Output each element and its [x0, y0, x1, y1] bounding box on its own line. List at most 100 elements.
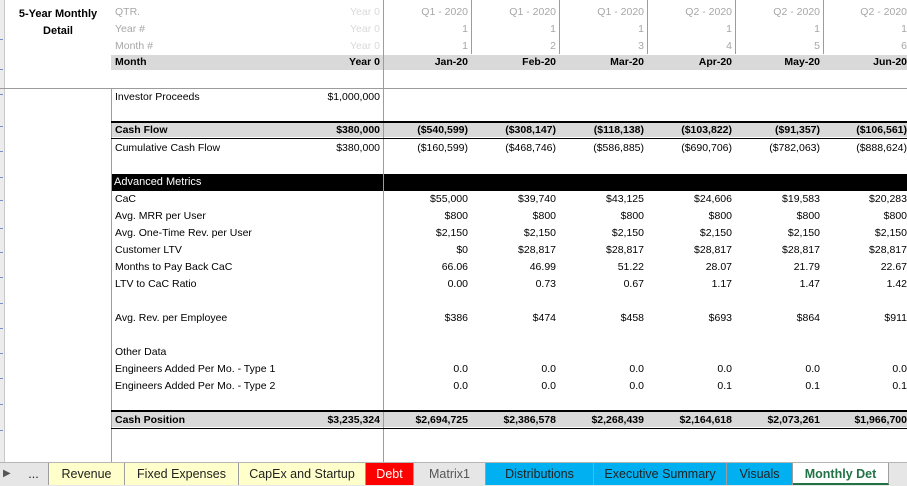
cell-eng1-col6[interactable]: 0.0	[736, 361, 820, 378]
cell-eng2-col6[interactable]: 0.1	[736, 378, 820, 395]
cell-eng2-col5[interactable]: 0.1	[648, 378, 732, 395]
cell-cash-flow-col1[interactable]: $380,000	[296, 122, 380, 139]
row-label-investor[interactable]: Investor Proceeds	[115, 89, 200, 106]
cell-payback-col7[interactable]: 22.67	[823, 259, 907, 276]
cell-cac-col3[interactable]: $39,740	[472, 191, 556, 208]
row-label-onetime[interactable]: Avg. One-Time Rev. per User	[115, 225, 252, 242]
cell-qtr-col7[interactable]: Q2 - 2020	[823, 4, 907, 21]
cell-qtr-col2[interactable]: Q1 - 2020	[384, 4, 468, 21]
cell-investor-col5[interactable]	[648, 89, 732, 106]
cell-investor-col7[interactable]	[823, 89, 907, 106]
cell-investor-col2[interactable]	[384, 89, 468, 106]
cell-eng1-col4[interactable]: 0.0	[560, 361, 644, 378]
row-label-rev-emp[interactable]: Avg. Rev. per Employee	[115, 310, 227, 327]
cell-eng1-col2[interactable]: 0.0	[384, 361, 468, 378]
cell-mrr-col5[interactable]: $800	[648, 208, 732, 225]
cell-qtr-col4[interactable]: Q1 - 2020	[560, 4, 644, 21]
cell-cash-flow-col6[interactable]: ($91,357)	[736, 122, 820, 139]
cell-mrr-col4[interactable]: $800	[560, 208, 644, 225]
sheet-tab-monthly-det[interactable]: Monthly Det	[793, 463, 889, 485]
cell-ltv-cac-col5[interactable]: 1.17	[648, 276, 732, 293]
cell-year-col2[interactable]: 1	[384, 21, 468, 38]
cell-ltv-cac-col2[interactable]: 0.00	[384, 276, 468, 293]
cell-eng1-col1[interactable]	[296, 361, 380, 378]
cell-investor-col1[interactable]: $1,000,000	[296, 89, 380, 106]
cell-payback-col5[interactable]: 28.07	[648, 259, 732, 276]
cell-investor-col4[interactable]	[560, 89, 644, 106]
cell-rev-emp-col2[interactable]: $386	[384, 310, 468, 327]
cell-cac-col2[interactable]: $55,000	[384, 191, 468, 208]
cell-cash-flow-col2[interactable]: ($540,599)	[384, 122, 468, 139]
cell-cash-pos-col6[interactable]: $2,073,261	[736, 412, 820, 429]
cell-rev-emp-col7[interactable]: $911	[823, 310, 907, 327]
cell-qtr-col3[interactable]: Q1 - 2020	[472, 4, 556, 21]
cell-month-num-col4[interactable]: 3	[560, 38, 644, 55]
cell-qtr-col1[interactable]: Year 0	[296, 4, 380, 21]
cell-rev-emp-col3[interactable]: $474	[472, 310, 556, 327]
cell-cum-cash-flow-col4[interactable]: ($586,885)	[560, 140, 644, 157]
sheet-tab-matrix1[interactable]: Matrix1	[414, 463, 486, 485]
cell-cash-pos-col4[interactable]: $2,268,439	[560, 412, 644, 429]
cell-rev-emp-col4[interactable]: $458	[560, 310, 644, 327]
cell-eng1-col3[interactable]: 0.0	[472, 361, 556, 378]
cell-cac-col6[interactable]: $19,583	[736, 191, 820, 208]
cell-ltv-cac-col6[interactable]: 1.47	[736, 276, 820, 293]
cell-eng2-col2[interactable]: 0.0	[384, 378, 468, 395]
cell-eng2-col1[interactable]	[296, 378, 380, 395]
sheet-tab-fixed-expenses[interactable]: Fixed Expenses	[125, 463, 239, 485]
cell-month-num-col7[interactable]: 6	[823, 38, 907, 55]
cell-cac-col7[interactable]: $20,283	[823, 191, 907, 208]
row-label-eng2[interactable]: Engineers Added Per Mo. - Type 2	[115, 378, 275, 395]
cell-onetime-col7[interactable]: $2,150	[823, 225, 907, 242]
cell-payback-col6[interactable]: 21.79	[736, 259, 820, 276]
cell-qtr-col5[interactable]: Q2 - 2020	[648, 4, 732, 21]
cell-year-col6[interactable]: 1	[736, 21, 820, 38]
cell-ltv-col5[interactable]: $28,817	[648, 242, 732, 259]
cell-year-col5[interactable]: 1	[648, 21, 732, 38]
cell-month-col1[interactable]: Year 0	[296, 54, 380, 71]
cell-mrr-col3[interactable]: $800	[472, 208, 556, 225]
cell-ltv-cac-col4[interactable]: 0.67	[560, 276, 644, 293]
sheet-tab-more[interactable]: ...	[19, 463, 49, 485]
cell-onetime-col5[interactable]: $2,150	[648, 225, 732, 242]
cell-month-col7[interactable]: Jun-20	[823, 54, 907, 71]
cell-payback-col2[interactable]: 66.06	[384, 259, 468, 276]
row-label-eng1[interactable]: Engineers Added Per Mo. - Type 1	[115, 361, 275, 378]
cell-cac-col4[interactable]: $43,125	[560, 191, 644, 208]
cell-cum-cash-flow-col3[interactable]: ($468,746)	[472, 140, 556, 157]
scroll-right-icon[interactable]: ▶	[3, 468, 11, 479]
cell-investor-col3[interactable]	[472, 89, 556, 106]
sheet-tab-visuals[interactable]: Visuals	[727, 463, 793, 485]
cell-onetime-col2[interactable]: $2,150	[384, 225, 468, 242]
cell-month-col4[interactable]: Mar-20	[560, 54, 644, 71]
cell-month-num-col1[interactable]: Year 0	[296, 38, 380, 55]
cell-qtr-col6[interactable]: Q2 - 2020	[736, 4, 820, 21]
cell-cac-col5[interactable]: $24,606	[648, 191, 732, 208]
cell-payback-col4[interactable]: 51.22	[560, 259, 644, 276]
row-label-payback[interactable]: Months to Pay Back CaC	[115, 259, 232, 276]
sheet-tab-revenue[interactable]: Revenue	[49, 463, 125, 485]
cell-ltv-col7[interactable]: $28,817	[823, 242, 907, 259]
row-label-qtr[interactable]: QTR.	[115, 4, 140, 21]
cell-ltv-cac-col7[interactable]: 1.42	[823, 276, 907, 293]
cell-investor-col6[interactable]	[736, 89, 820, 106]
cell-year-col4[interactable]: 1	[560, 21, 644, 38]
cell-payback-col1[interactable]	[296, 259, 380, 276]
cell-ltv-col6[interactable]: $28,817	[736, 242, 820, 259]
cell-onetime-col3[interactable]: $2,150	[472, 225, 556, 242]
spreadsheet-grid[interactable]: 5-Year Monthly Detail Advanced Metrics Q…	[0, 0, 907, 462]
cell-cash-flow-col7[interactable]: ($106,561)	[823, 122, 907, 139]
cell-mrr-col7[interactable]: $800	[823, 208, 907, 225]
cell-cum-cash-flow-col6[interactable]: ($782,063)	[736, 140, 820, 157]
row-label-month[interactable]: Month	[115, 54, 147, 71]
cell-ltv-col2[interactable]: $0	[384, 242, 468, 259]
cell-mrr-col6[interactable]: $800	[736, 208, 820, 225]
cell-payback-col3[interactable]: 46.99	[472, 259, 556, 276]
cell-eng2-col4[interactable]: 0.0	[560, 378, 644, 395]
cell-eng2-col7[interactable]: 0.1	[823, 378, 907, 395]
cell-cash-flow-col4[interactable]: ($118,138)	[560, 122, 644, 139]
cell-cum-cash-flow-col1[interactable]: $380,000	[296, 140, 380, 157]
row-label-cash-flow[interactable]: Cash Flow	[115, 122, 168, 139]
cell-year-col7[interactable]: 1	[823, 21, 907, 38]
cell-cash-flow-col3[interactable]: ($308,147)	[472, 122, 556, 139]
